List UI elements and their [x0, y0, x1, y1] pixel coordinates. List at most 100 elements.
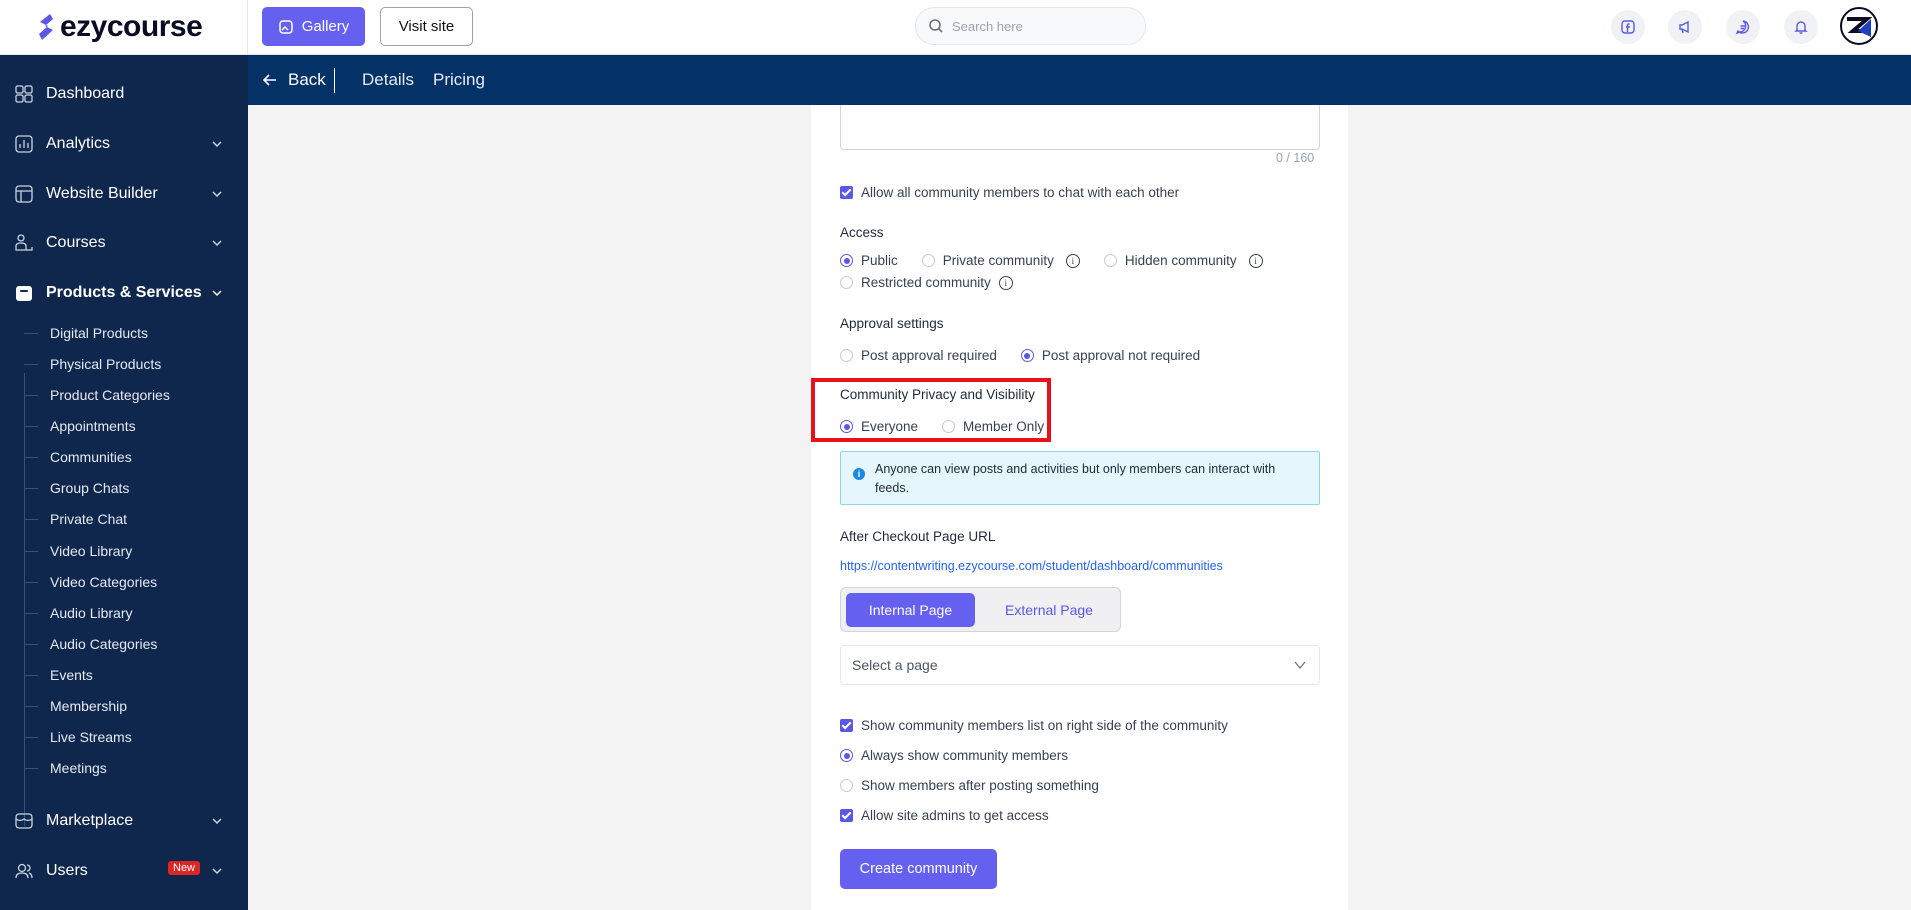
new-badge: New [168, 861, 201, 875]
radio-unselected[interactable] [840, 349, 853, 362]
privacy-options: Everyone Member Only [840, 419, 1060, 434]
show-after-post-radio[interactable]: Show members after posting something [840, 778, 1099, 793]
sidebar-label: Analytics [46, 135, 111, 152]
submenu-item[interactable]: Live Streams [24, 723, 244, 751]
description-textarea[interactable] [840, 105, 1320, 150]
submenu-item[interactable]: Membership [24, 692, 244, 720]
show-members-label: Show community members list on right sid… [861, 718, 1228, 733]
radio-selected[interactable] [840, 420, 853, 433]
show-members-checkbox[interactable]: Show community members list on right sid… [840, 718, 1228, 733]
checkbox-checked[interactable] [840, 809, 853, 822]
chevron-down-icon [212, 818, 222, 825]
gallery-button[interactable]: Gallery [262, 7, 365, 46]
privacy-title: Community Privacy and Visibility [840, 387, 1035, 402]
announcements-button[interactable] [1668, 10, 1702, 44]
submenu-item[interactable]: Digital Products [24, 319, 244, 347]
submenu-item[interactable]: Private Chat [24, 505, 244, 533]
radio-unselected[interactable] [840, 779, 853, 792]
external-page-button[interactable]: External Page [981, 593, 1117, 627]
checkout-url-link[interactable]: https://contentwriting.ezycourse.com/stu… [840, 559, 1223, 573]
submenu-label: Communities [50, 449, 132, 465]
search-input[interactable] [952, 18, 1122, 34]
access-private-radio[interactable]: Private community i [921, 253, 1080, 268]
brand-name: ezycourse [60, 10, 203, 43]
sidebar-item-analytics[interactable]: Analytics [0, 124, 248, 164]
submenu-item[interactable]: Product Categories [24, 381, 244, 409]
page-select[interactable]: Select a page [840, 645, 1320, 685]
bell-icon [1794, 21, 1808, 34]
radio-selected[interactable] [840, 749, 853, 762]
messages-button[interactable] [1726, 10, 1760, 44]
submenu-item[interactable]: Events [24, 661, 244, 689]
sidebar-item-marketplace[interactable]: Marketplace [0, 801, 248, 841]
access-hidden-radio[interactable]: Hidden community i [1103, 253, 1263, 268]
back-label: Back [288, 70, 326, 89]
radio-unselected[interactable] [921, 254, 935, 267]
info-icon[interactable]: i [1248, 253, 1263, 268]
submenu-item[interactable]: Physical Products [24, 350, 244, 378]
allow-admins-checkbox[interactable]: Allow site admins to get access [840, 808, 1049, 823]
facebook-button[interactable] [1611, 10, 1645, 44]
tab-details[interactable]: Details [362, 55, 414, 105]
option-label: Hidden community [1124, 253, 1237, 268]
option-label: Everyone [861, 419, 919, 434]
submenu-item[interactable]: Video Library [24, 537, 244, 565]
after-checkout-title: After Checkout Page URL [840, 529, 996, 544]
submenu-item[interactable]: Communities [24, 443, 244, 471]
info-icon[interactable]: i [998, 275, 1013, 290]
submenu-item[interactable]: Audio Categories [24, 630, 244, 658]
sidebar-item-courses[interactable]: Courses [0, 223, 248, 263]
radio-unselected[interactable] [840, 276, 853, 289]
sidebar-item-website-builder[interactable]: Website Builder [0, 174, 248, 214]
submenu-item[interactable]: Video Categories [24, 568, 244, 596]
sidebar-label: Products & Services [46, 284, 202, 301]
users-icon [15, 863, 33, 879]
visit-site-button[interactable]: Visit site [380, 7, 473, 46]
sidebar-item-users[interactable]: Users New [0, 851, 248, 891]
submenu-label: Audio Categories [50, 636, 158, 652]
sidebar-label: Courses [46, 234, 106, 251]
sidebar-item-dashboard[interactable]: Dashboard [0, 74, 248, 114]
privacy-everyone-radio[interactable]: Everyone [840, 419, 918, 434]
checkbox-checked[interactable] [840, 719, 853, 732]
access-restricted-radio[interactable]: Restricted community i [840, 275, 1013, 290]
submenu-item[interactable]: Audio Library [24, 599, 244, 627]
submenu-item[interactable]: Meetings [24, 754, 244, 782]
facebook-icon [1621, 20, 1635, 34]
tab-pricing[interactable]: Pricing [433, 55, 485, 105]
radio-selected[interactable] [840, 254, 853, 267]
website-builder-icon [15, 185, 33, 203]
submenu-item[interactable]: Group Chats [24, 474, 244, 502]
submenu-label: Product Categories [50, 387, 170, 403]
submenu-item[interactable]: Appointments [24, 412, 244, 440]
checkbox-checked[interactable] [840, 186, 853, 199]
create-community-button[interactable]: Create community [840, 849, 997, 889]
gallery-label: Gallery [301, 18, 350, 35]
radio-unselected[interactable] [1103, 254, 1117, 267]
user-avatar[interactable] [1840, 7, 1878, 45]
privacy-member-only-radio[interactable]: Member Only [942, 419, 1044, 434]
notifications-button[interactable] [1784, 10, 1818, 44]
char-count: 0 / 160 [1276, 151, 1315, 165]
analytics-icon [15, 135, 33, 153]
submenu-label: Audio Library [50, 605, 133, 621]
back-button[interactable]: Back [262, 55, 326, 105]
chat-icon [1735, 20, 1750, 35]
radio-selected[interactable] [1020, 349, 1034, 362]
radio-unselected[interactable] [942, 420, 956, 433]
brand-logo[interactable]: ezycourse [36, 9, 203, 45]
access-title: Access [840, 225, 884, 240]
always-show-radio[interactable]: Always show community members [840, 748, 1068, 763]
community-form: 0 / 160 Allow all community members to c… [811, 105, 1348, 910]
page-select-placeholder: Select a page [852, 657, 938, 673]
search-bar[interactable] [915, 7, 1146, 45]
internal-page-button[interactable]: Internal Page [846, 593, 975, 627]
info-icon[interactable]: i [1065, 253, 1080, 268]
approval-not-required-radio[interactable]: Post approval not required [1020, 348, 1200, 363]
submenu-label: Private Chat [50, 511, 128, 527]
access-public-radio[interactable]: Public [840, 253, 898, 268]
sidebar-item-products-services[interactable]: Products & Services [0, 273, 248, 313]
approval-required-radio[interactable]: Post approval required [840, 348, 997, 363]
allow-chat-checkbox[interactable]: Allow all community members to chat with… [840, 185, 1179, 200]
chevron-down-icon [1294, 661, 1306, 670]
